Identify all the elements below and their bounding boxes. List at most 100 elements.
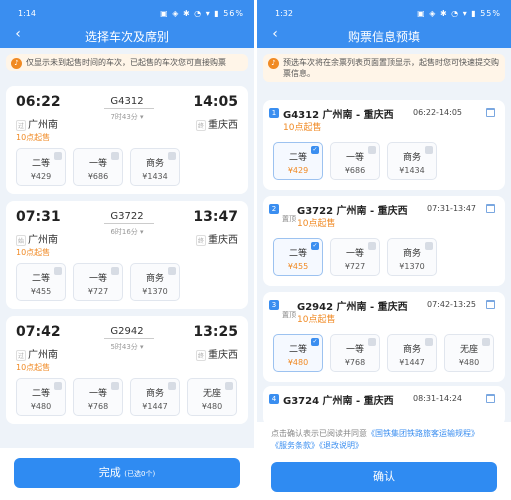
done-label: 完成 bbox=[98, 466, 121, 479]
terms-link[interactable]: 《服务条款》 bbox=[271, 441, 319, 450]
status-time: 1:14 bbox=[18, 9, 36, 18]
checkbox-icon[interactable] bbox=[111, 382, 119, 390]
checkbox-icon[interactable] bbox=[425, 338, 433, 346]
seat-option[interactable]: 无座 ¥480 bbox=[187, 378, 237, 416]
seat-price: ¥686 bbox=[87, 172, 109, 181]
checkbox-icon[interactable] bbox=[54, 152, 62, 160]
checkbox-icon[interactable] bbox=[368, 146, 376, 154]
checkbox-icon[interactable] bbox=[225, 382, 233, 390]
seat-option[interactable]: 商务 ¥1370 bbox=[130, 263, 180, 301]
seat-price: ¥480 bbox=[30, 402, 52, 411]
seat-option[interactable]: 商务 ¥1447 bbox=[130, 378, 180, 416]
from-tag: 始 bbox=[16, 234, 27, 246]
seat-option[interactable]: ✓ 二等 ¥455 bbox=[273, 238, 323, 276]
checkbox-icon[interactable]: ✓ bbox=[311, 146, 319, 154]
checkbox-icon[interactable] bbox=[168, 382, 176, 390]
seat-option[interactable]: 商务 ¥1434 bbox=[130, 148, 180, 186]
right-screen: 1:32 ▣ ◈ ✱ ◔ ▾ ▮ 55% ‹ 购票信息预填 ♪ 预选车次将在余票… bbox=[257, 0, 511, 500]
from-station: 始广州南 bbox=[16, 231, 58, 246]
checkbox-icon[interactable] bbox=[368, 338, 376, 346]
seat-price: ¥1447 bbox=[142, 402, 168, 411]
checkbox-icon[interactable]: ✓ bbox=[311, 242, 319, 250]
checkbox-icon[interactable] bbox=[111, 267, 119, 275]
bottom-bar: 完成 (已选0个) bbox=[0, 448, 254, 500]
seat-price: ¥480 bbox=[287, 358, 309, 367]
seat-option[interactable]: ✓ 二等 ¥480 bbox=[273, 334, 323, 372]
index-badge: 2 bbox=[269, 204, 279, 214]
trash-icon[interactable] bbox=[486, 108, 495, 117]
seat-option[interactable]: 商务 ¥1434 bbox=[387, 142, 437, 180]
checkbox-icon[interactable]: ✓ bbox=[311, 338, 319, 346]
to-tag: 终 bbox=[195, 119, 206, 131]
pin-top-button[interactable]: 置顶 bbox=[282, 214, 296, 224]
checkbox-icon[interactable] bbox=[54, 382, 62, 390]
confirm-button[interactable]: 确认 bbox=[271, 462, 497, 492]
agree-label: 点击确认表示已阅读并同意 bbox=[271, 429, 367, 438]
seat-option[interactable]: 无座 ¥480 bbox=[444, 334, 494, 372]
booking-card: 2 置顶 G3722 广州南 - 重庆西 07:31-13:47 10点起售 ✓ 二等 ¥45… bbox=[263, 196, 505, 286]
status-icons: ▣ ◈ ✱ ◔ ▾ ▮ 55% bbox=[417, 9, 501, 18]
seat-price: ¥768 bbox=[87, 402, 109, 411]
train-card[interactable]: 07:42 G2942 5时43分 ▾ 13:25 过广州南终重庆西 10点起售 二等 ¥48… bbox=[6, 316, 248, 424]
done-button[interactable]: 完成 (已选0个) bbox=[14, 458, 240, 488]
seat-option[interactable]: 一等 ¥727 bbox=[330, 238, 380, 276]
checkbox-icon[interactable] bbox=[425, 242, 433, 250]
seat-option[interactable]: 一等 ¥686 bbox=[73, 148, 123, 186]
train-time: 07:31-13:47 bbox=[427, 204, 476, 213]
checkbox-icon[interactable] bbox=[111, 152, 119, 160]
refund-link[interactable]: 《退改说明》 bbox=[319, 441, 363, 450]
train-card[interactable]: 06:22 G4312 7时43分 ▾ 14:05 过广州南终重庆西 10点起售 二等 ¥42… bbox=[6, 86, 248, 194]
trash-icon[interactable] bbox=[486, 300, 495, 309]
seat-price: ¥480 bbox=[458, 358, 480, 367]
notice-text: 预选车次将在余票列表页面置顶显示，起售时您可快速提交购票信息。 bbox=[283, 58, 499, 78]
trash-icon[interactable] bbox=[486, 394, 495, 403]
seat-price: ¥480 bbox=[201, 402, 223, 411]
train-route: G3724 广州南 - 重庆西 bbox=[283, 396, 394, 407]
checkbox-icon[interactable] bbox=[168, 267, 176, 275]
checkbox-icon[interactable] bbox=[482, 338, 490, 346]
sale-time: 10点起售 bbox=[283, 123, 322, 133]
sale-time: 10点起售 bbox=[297, 219, 336, 229]
seat-option[interactable]: 一等 ¥768 bbox=[330, 334, 380, 372]
page-title: 购票信息预填 bbox=[347, 30, 420, 44]
confirm-label: 确认 bbox=[373, 470, 395, 483]
booking-card: 1 G4312 广州南 - 重庆西 06:22-14:05 10点起售 ✓ 二等 ¥429 一… bbox=[263, 100, 505, 190]
train-time: 07:42-13:25 bbox=[427, 300, 476, 309]
train-route: G2942 广州南 - 重庆西 bbox=[297, 302, 408, 313]
seat-option[interactable]: 二等 ¥429 bbox=[16, 148, 66, 186]
seat-price: ¥727 bbox=[344, 262, 366, 271]
seat-option[interactable]: 一等 ¥768 bbox=[73, 378, 123, 416]
checkbox-icon[interactable] bbox=[368, 242, 376, 250]
seat-option[interactable]: 商务 ¥1370 bbox=[387, 238, 437, 276]
to-station-name: 重庆西 bbox=[208, 350, 238, 361]
status-bar: 1:14 ▣ ◈ ✱ ◔ ▾ ▮ 56% bbox=[18, 9, 244, 18]
seat-option[interactable]: 一等 ¥727 bbox=[73, 263, 123, 301]
checkbox-icon[interactable] bbox=[54, 267, 62, 275]
bell-icon: ♪ bbox=[268, 58, 279, 69]
done-count: (已选0个) bbox=[124, 470, 156, 478]
to-station: 终重庆西 bbox=[195, 346, 238, 361]
rules-link[interactable]: 《国铁集团铁路旅客运输规程》 bbox=[367, 429, 479, 438]
seat-price: ¥1370 bbox=[142, 287, 168, 296]
duration-line bbox=[104, 223, 154, 224]
seat-option[interactable]: ✓ 二等 ¥429 bbox=[273, 142, 323, 180]
sale-time: 10点起售 bbox=[16, 363, 51, 372]
from-station-name: 广州南 bbox=[28, 235, 59, 246]
checkbox-icon[interactable] bbox=[425, 146, 433, 154]
checkbox-icon[interactable] bbox=[168, 152, 176, 160]
pin-top-button[interactable]: 置顶 bbox=[282, 310, 296, 320]
seat-price: ¥455 bbox=[287, 262, 309, 271]
trash-icon[interactable] bbox=[486, 204, 495, 213]
seat-option[interactable]: 二等 ¥455 bbox=[16, 263, 66, 301]
seat-price: ¥1370 bbox=[399, 262, 425, 271]
booking-card: 4 G3724 广州南 - 重庆西 08:31-14:24 bbox=[263, 386, 505, 426]
to-station: 终重庆西 bbox=[195, 116, 238, 131]
train-card[interactable]: 07:31 G3722 6时16分 ▾ 13:47 始广州南终重庆西 10点起售 二等 ¥45… bbox=[6, 201, 248, 309]
to-station-name: 重庆西 bbox=[208, 120, 238, 131]
seat-price: ¥1434 bbox=[399, 166, 425, 175]
status-icons: ▣ ◈ ✱ ◔ ▾ ▮ 56% bbox=[160, 9, 244, 18]
seat-option[interactable]: 二等 ¥480 bbox=[16, 378, 66, 416]
seat-price: ¥686 bbox=[344, 166, 366, 175]
seat-option[interactable]: 一等 ¥686 bbox=[330, 142, 380, 180]
seat-option[interactable]: 商务 ¥1447 bbox=[387, 334, 437, 372]
